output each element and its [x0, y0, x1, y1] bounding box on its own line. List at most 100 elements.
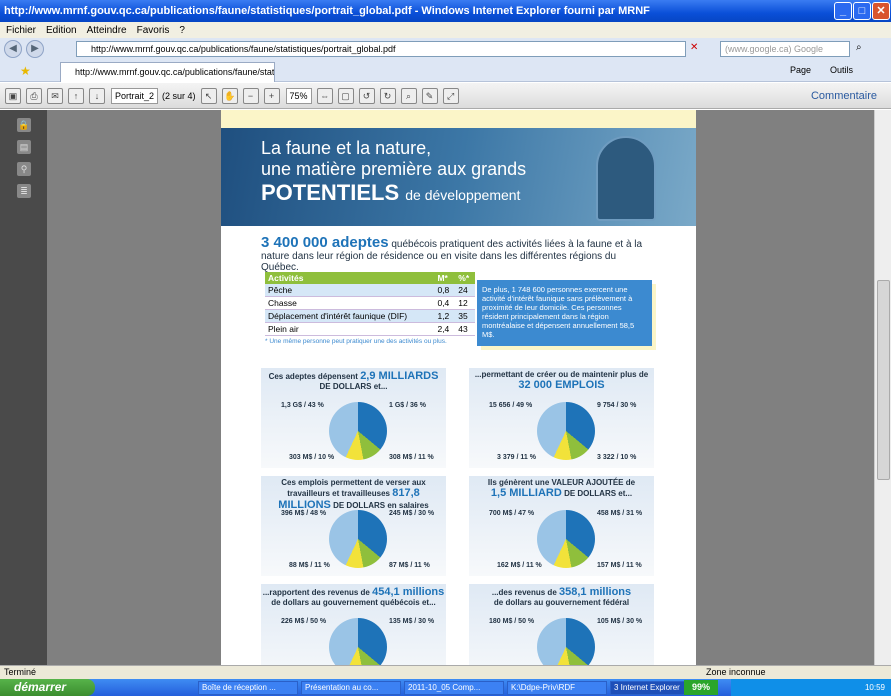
rotate-right-icon[interactable]: ↻: [379, 87, 396, 104]
save-icon[interactable]: ▣: [5, 87, 21, 104]
favorites-star-icon[interactable]: ★: [20, 64, 31, 78]
pdf-side-panel: 🔒 ▤ ⚲ ≣: [0, 110, 47, 665]
comment-button[interactable]: Commentaire: [811, 90, 877, 102]
sign-icon[interactable]: ✎: [421, 87, 438, 104]
intro: 3 400 000 adeptes québécois pratiquent d…: [221, 226, 696, 273]
table-row: Déplacement d'intérêt faunique (DIF) 1,2 3…: [265, 309, 475, 323]
task-comp[interactable]: 2011-10_05 Comp...: [404, 680, 504, 695]
panel-big: 358,1 millions: [559, 586, 632, 598]
label-d: 308 M$ / 11 %: [389, 454, 434, 461]
scroll-thumb[interactable]: [877, 280, 890, 480]
find-icon[interactable]: ⌕: [400, 87, 417, 104]
attachment-icon[interactable]: ⚲: [17, 162, 31, 176]
label-b: 245 M$ / 30 %: [389, 510, 435, 517]
fit-page-icon[interactable]: ▢: [337, 87, 354, 104]
label-b: 135 M$ / 30 %: [389, 618, 435, 625]
vertical-scrollbar[interactable]: [874, 110, 891, 665]
panel-depenses: Ces adeptes dépensent 2,9 MILLIARDS DE DO…: [261, 368, 446, 468]
pdf-page: La faune et la nature, une matière premi…: [221, 110, 696, 665]
menu-atteindre[interactable]: Atteindre: [87, 25, 127, 36]
panel-revenus-fed: ...des revenus de 358,1 millions de dolla…: [469, 584, 654, 665]
header-strip: [221, 110, 696, 128]
pdf-viewer[interactable]: La faune et la nature, une matière premi…: [47, 110, 874, 665]
close-button[interactable]: ✕: [872, 2, 890, 20]
back-button[interactable]: ◀: [4, 40, 22, 58]
task-folder[interactable]: K:\Ddpe-Priv\RDF: [507, 680, 607, 695]
rotate-left-icon[interactable]: ↺: [358, 87, 375, 104]
menu-help[interactable]: ?: [179, 25, 185, 36]
lock-icon[interactable]: 🔒: [17, 118, 31, 132]
label-b: 458 M$ / 31 %: [597, 510, 643, 517]
pages-icon[interactable]: ▤: [17, 140, 31, 154]
panel-big: 32 000 EMPLOIS: [518, 379, 605, 391]
menu-favoris[interactable]: Favoris: [137, 25, 170, 36]
panel-valeur: Ils génèrent une VALEUR AJOUTÉE de 1,5 MI…: [469, 476, 654, 576]
col-pct: %*: [455, 272, 475, 284]
address-bar[interactable]: http://www.mrnf.gouv.qc.ca/publications/…: [76, 41, 686, 57]
panel-title: Ces emplois permettent de verser aux tra…: [261, 476, 446, 511]
panel-title2: de dollars au gouvernement québécois et.…: [271, 598, 436, 607]
fullscreen-icon[interactable]: ⤢: [442, 87, 459, 104]
start-button[interactable]: démarrer: [0, 679, 95, 696]
zoom-field[interactable]: 75%: [285, 87, 312, 104]
system-tray: 10:59: [731, 679, 891, 696]
status-text: Terminé: [4, 667, 37, 677]
taskbar: démarrer Boîte de réception ... Présenta…: [0, 679, 891, 696]
pie-chart: [537, 618, 595, 665]
layers-icon[interactable]: ≣: [17, 184, 31, 198]
panel-title2: DE DOLLARS et...: [564, 489, 633, 498]
label-d: 87 M$ / 11 %: [389, 562, 430, 569]
label-c: 162 M$ / 11 %: [497, 562, 542, 569]
tab-row: ★ http://www.mrnf.gouv.qc.ca/publication…: [0, 60, 891, 82]
pie-chart: [329, 510, 387, 568]
zoom-in-icon[interactable]: +: [263, 87, 280, 104]
panel-title2: DE DOLLARS et...: [319, 382, 388, 391]
minimize-button[interactable]: _: [834, 2, 852, 20]
page-down-icon[interactable]: ↓: [89, 87, 105, 104]
select-tool-icon[interactable]: ↖: [200, 87, 217, 104]
cell: Déplacement d'intérêt faunique (DIF): [265, 309, 435, 323]
menu-bar: Fichier Edition Atteindre Favoris ?: [0, 22, 891, 38]
note-box: De plus, 1 748 600 personnes exercent un…: [477, 280, 652, 346]
email-icon[interactable]: ✉: [47, 87, 63, 104]
cell: 43: [455, 322, 475, 336]
maximize-button[interactable]: □: [853, 2, 871, 20]
page-up-icon[interactable]: ↑: [68, 87, 84, 104]
fisherman-image: [596, 136, 656, 221]
table-row: Pêche 0,8 24: [265, 284, 475, 297]
search-icon[interactable]: ⌕: [856, 42, 862, 53]
address-row: ◀ ▶ http://www.mrnf.gouv.qc.ca/publicati…: [0, 38, 891, 60]
page-menu[interactable]: Page: [790, 65, 811, 75]
task-inbox[interactable]: Boîte de réception ...: [198, 680, 298, 695]
tab-pdf[interactable]: http://www.mrnf.gouv.qc.ca/publications/…: [60, 62, 275, 82]
address-text: http://www.mrnf.gouv.qc.ca/publications/…: [91, 44, 396, 54]
cell: 35: [455, 309, 475, 323]
print-icon[interactable]: ⎙: [26, 87, 42, 104]
label-a: 15 656 / 49 %: [489, 402, 533, 409]
table-row: Plein air 2,4 43: [265, 322, 475, 336]
label-a: 1,3 G$ / 43 %: [281, 402, 324, 409]
intro-big: 3 400 000 adeptes: [261, 234, 389, 251]
task-presentation[interactable]: Présentation au co...: [301, 680, 401, 695]
hand-tool-icon[interactable]: ✋: [221, 87, 238, 104]
panel-title2: de dollars au gouvernement fédéral: [493, 598, 630, 607]
menu-fichier[interactable]: Fichier: [6, 25, 36, 36]
search-input[interactable]: (www.google.ca) Google: [720, 41, 850, 57]
cell: Plein air: [265, 322, 435, 336]
fit-width-icon[interactable]: ⇔: [316, 87, 333, 104]
forward-button[interactable]: ▶: [26, 40, 44, 58]
label-c: 303 M$ / 10 %: [289, 454, 335, 461]
tools-menu[interactable]: Outils: [830, 65, 853, 75]
panel-emplois: ...permettant de créer ou de maintenir p…: [469, 368, 654, 468]
panel-revenus-qc: ...rapportent des revenus de 454,1 milli…: [261, 584, 446, 665]
stop-icon[interactable]: ✕: [690, 42, 698, 53]
cell: 24: [455, 284, 475, 297]
label-d: 157 M$ / 11 %: [597, 562, 642, 569]
zoom-out-icon[interactable]: −: [242, 87, 259, 104]
footnote: * Une même personne peut pratiquer une d…: [265, 338, 447, 345]
zone-text: Zone inconnue: [706, 667, 766, 677]
menu-edition[interactable]: Edition: [46, 25, 77, 36]
pie-chart: [537, 510, 595, 568]
page-number-input[interactable]: Portrait_2: [111, 87, 159, 104]
label-c: 3 379 / 11 %: [497, 454, 536, 461]
